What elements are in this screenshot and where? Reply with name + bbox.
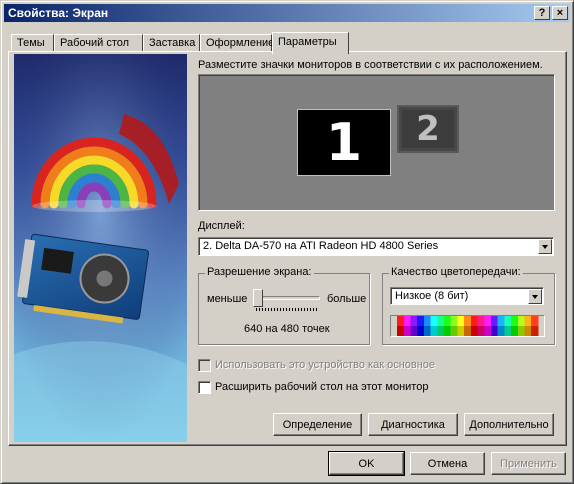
color-stripe [437,326,445,336]
color-stripe [484,326,492,336]
color-stripe [504,316,512,326]
window-title: Свойства: Экран [8,6,109,20]
color-stripe [511,326,519,336]
color-stripe [457,326,465,336]
resolution-group-title: Разрешение экрана: [205,266,314,278]
color-stripe [397,326,405,336]
color-stripe [410,316,418,326]
identify-button[interactable]: Определение [273,413,362,436]
color-stripe [517,326,525,336]
tab-desktop[interactable]: Рабочий стол [54,34,143,52]
display-select-value: 2. Delta DA-570 на ATI Radeon HD 4800 Se… [203,240,439,252]
display-select[interactable]: 2. Delta DA-570 на ATI Radeon HD 4800 Se… [198,237,554,256]
ok-button[interactable]: OK [328,451,405,476]
color-stripe [477,316,485,326]
color-stripe [450,316,458,326]
color-stripe [444,326,452,336]
tab-screensaver[interactable]: Заставка [143,34,200,52]
color-stripe [531,316,539,326]
extend-desktop-checkbox[interactable] [198,381,211,394]
apply-button[interactable]: Применить [491,452,566,475]
color-stripe [397,316,405,326]
color-stripe [470,326,479,336]
primary-device-checkbox[interactable] [198,359,211,372]
rainbow-graphics-card-image [14,54,187,442]
troubleshoot-button[interactable]: Диагностика [368,413,458,436]
monitor-1-icon[interactable]: 1 [297,109,391,176]
color-stripe [464,316,472,326]
color-stripe [410,326,418,336]
resolution-slider-thumb[interactable] [253,289,263,307]
color-stripe [423,326,432,336]
color-stripe [490,326,499,336]
primary-device-label: Использовать это устройство как основное [215,359,436,371]
color-stripe [504,326,512,336]
display-artwork [14,54,187,442]
color-stripe [430,326,438,336]
color-stripe [417,316,425,326]
color-stripe [511,316,519,326]
color-stripe [423,316,432,326]
display-label: Дисплей: [198,220,245,232]
color-stripe [444,316,452,326]
display-properties-window: Свойства: Экран ? × Темы Рабочий стол За… [0,0,574,484]
color-stripe [531,326,539,336]
tab-themes[interactable]: Темы [11,34,54,52]
resolution-more-label: больше [327,293,367,305]
title-bar[interactable]: Свойства: Экран ? × [4,4,570,22]
color-quality-select[interactable]: Низкое (8 бит) [390,287,544,305]
color-stripe [497,326,505,336]
tab-appearance[interactable]: Оформление [200,34,274,52]
color-stripe [470,316,479,326]
color-stripe [430,316,438,326]
color-stripe [490,316,499,326]
tab-settings[interactable]: Параметры [272,32,349,54]
color-stripe [477,326,485,336]
resolution-slider-ticks [256,308,318,311]
color-spectrum-preview [390,315,545,337]
color-quality-value: Низкое (8 бит) [395,290,469,302]
monitor-arrangement-area[interactable]: 1 2 [198,74,555,211]
color-stripe [450,326,458,336]
chevron-down-icon[interactable] [528,289,542,304]
color-stripe [517,316,525,326]
cancel-button[interactable]: Отмена [410,452,485,475]
advanced-button[interactable]: Дополнительно [464,413,554,436]
color-stripe [524,316,532,326]
monitor-2-icon[interactable]: 2 [397,105,459,153]
chevron-down-icon[interactable] [538,239,552,254]
color-stripe [403,316,411,326]
color-quality-group-title: Качество цветопередачи: [389,266,523,278]
color-stripe [457,316,465,326]
resolution-value: 640 на 480 точек [244,323,330,335]
resolution-less-label: меньше [207,293,248,305]
extend-desktop-label: Расширить рабочий стол на этот монитор [215,381,429,393]
instruction-text: Разместите значки мониторов в соответств… [198,59,543,71]
color-stripe [484,316,492,326]
color-stripe [403,326,411,336]
help-button[interactable]: ? [534,6,550,20]
color-stripe [437,316,445,326]
close-button[interactable]: × [552,6,568,20]
resolution-slider-track[interactable] [258,296,320,300]
color-stripe [524,326,532,336]
color-stripe [497,316,505,326]
color-stripe [417,326,425,336]
color-stripe [464,326,472,336]
